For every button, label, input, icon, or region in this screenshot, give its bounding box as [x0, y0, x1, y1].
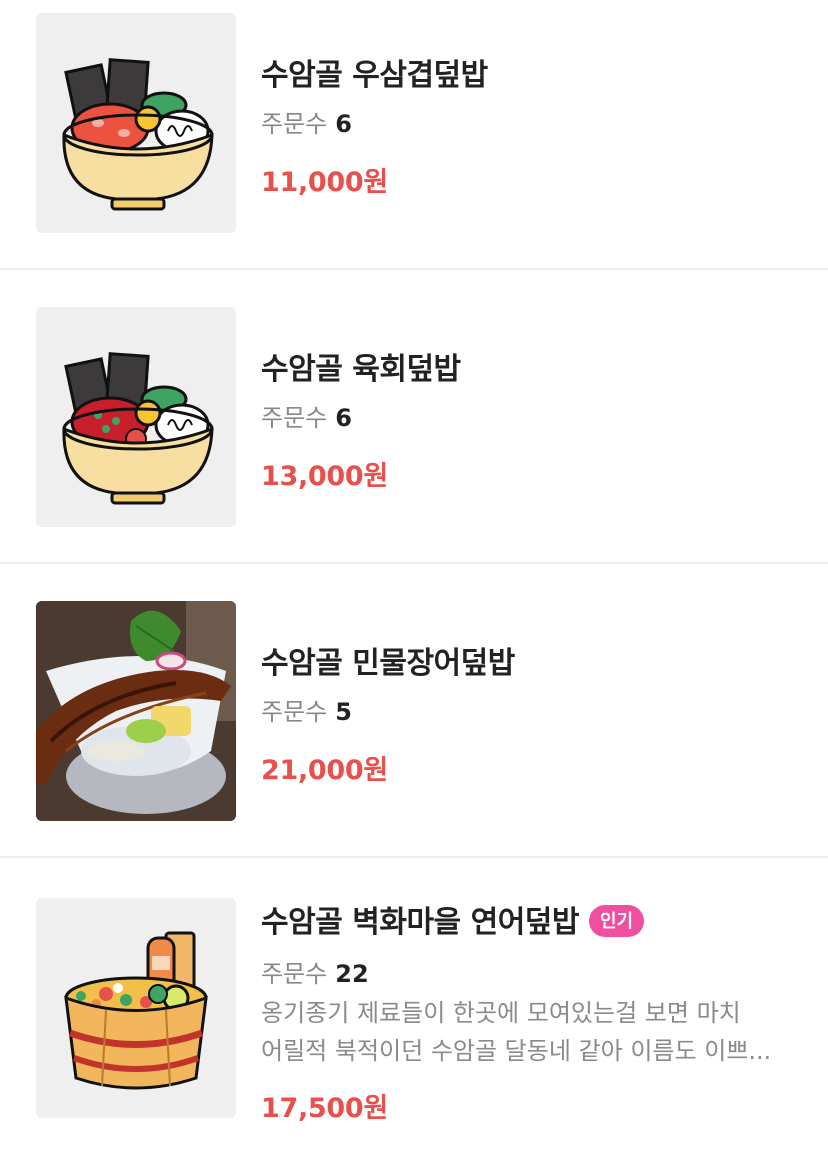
menu-item-image — [36, 307, 236, 527]
order-count-value: 6 — [335, 404, 352, 432]
order-count: 주문수 22 — [261, 954, 369, 989]
menu-item[interactable]: 수암골 육회덮밥 주문수 6 13,000원 — [0, 270, 828, 564]
order-count-label: 주문수 — [261, 960, 328, 988]
order-count-label: 주문수 — [261, 698, 328, 726]
order-count-value: 6 — [335, 110, 352, 138]
description-line: 옹기종기 제료들이 한곳에 모여있는걸 보면 마치 — [261, 999, 741, 1027]
order-count: 주문수 5 — [261, 692, 352, 727]
menu-item-description: 옹기종기 제료들이 한곳에 모여있는걸 보면 마치 어릴적 북적이던 수암골 달… — [261, 994, 801, 1070]
order-count-value: 5 — [335, 698, 352, 726]
menu-item-name-text: 수암골 벽화마을 연어덮밥 — [261, 905, 580, 940]
menu-item-image — [36, 898, 236, 1118]
menu-item-name: 수암골 우삼겹덮밥 — [261, 58, 488, 93]
menu-item[interactable]: 수암골 벽화마을 연어덮밥 인기 주문수 22 옹기종기 제료들이 한곳에 모여있는… — [0, 858, 828, 1154]
menu-item-name: 수암골 육회덮밥 — [261, 352, 461, 387]
order-count-label: 주문수 — [261, 110, 328, 138]
order-count-label: 주문수 — [261, 404, 328, 432]
menu-item-image — [36, 13, 236, 233]
menu-item-price: 11,000원 — [261, 167, 388, 198]
popular-badge: 인기 — [589, 904, 645, 937]
menu-item-name: 수암골 민물장어덮밥 — [261, 646, 515, 681]
menu-item-price: 21,000원 — [261, 755, 388, 786]
description-line: 어릴적 북적이던 수암골 달동네 같아 이름도 이쁘... — [261, 1037, 772, 1065]
order-count-value: 22 — [335, 960, 369, 988]
menu-item-price: 17,500원 — [261, 1093, 388, 1124]
menu-item-image — [36, 601, 236, 821]
order-count: 주문수 6 — [261, 398, 352, 433]
menu-item[interactable]: 수암골 우삼겹덮밥 주문수 6 11,000원 — [0, 0, 828, 270]
menu-item-price: 13,000원 — [261, 461, 388, 492]
menu-item[interactable]: 수암골 민물장어덮밥 주문수 5 21,000원 — [0, 564, 828, 858]
order-count: 주문수 6 — [261, 104, 352, 139]
menu-item-name: 수암골 벽화마을 연어덮밥 인기 — [261, 897, 645, 941]
